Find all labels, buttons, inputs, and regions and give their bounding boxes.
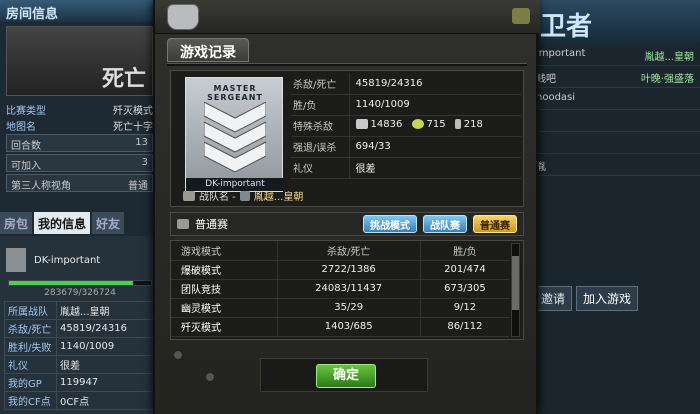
player-list-panel: 卫者 important 胤越...皇朝 贱吧 叶晚·强盛落 hoodasi 胤 邀…	[530, 0, 700, 414]
exp-progress-fill	[9, 281, 133, 285]
column-header: 胜/负	[419, 241, 509, 261]
headshot-icon	[355, 119, 368, 130]
room-info-header: 房间信息	[0, 0, 159, 22]
clan-icon	[183, 190, 195, 201]
room-info-panel: 房间信息 死亡 比赛类型 歼灭模式 地图名 死亡十字 回合数 13 可加入 3 第三人称…	[0, 0, 160, 414]
list-item[interactable]: important 胤越...皇朝	[530, 44, 700, 66]
game-logo: 卫者	[530, 0, 700, 44]
rank-card: MASTER SERGEANT DK-important	[185, 77, 284, 192]
chevron-rank-icon	[204, 102, 266, 172]
table-row: 杀敌/死亡 45819/24316	[4, 319, 156, 338]
knife-kills: 218	[454, 119, 483, 130]
list-item[interactable]: 胤	[530, 154, 700, 176]
table-header-row: 游戏模式 杀敌/死亡 胜/负	[171, 241, 509, 261]
tab-room[interactable]: 房包	[0, 212, 33, 234]
rounds-select[interactable]: 回合数 13	[6, 134, 153, 152]
dialog-title: 游戏记录	[167, 38, 249, 62]
room-name: 死亡	[101, 67, 146, 92]
table-scrollbar[interactable]	[511, 243, 520, 337]
normal-match-button[interactable]: 普通赛	[473, 215, 517, 233]
table-row: 幽灵模式 35/29 9/12	[171, 298, 509, 318]
bolt-decoration	[205, 372, 215, 382]
grenade-icon	[411, 119, 424, 130]
table-row: 歼灭模式 1403/685 86/112	[171, 317, 509, 337]
clan-row: 战队名 - 胤越...皇朝	[183, 188, 303, 203]
table-row: 胜利/失败 1140/1009	[4, 337, 156, 356]
clan-name: 胤越...皇朝	[253, 192, 304, 203]
challenge-mode-button[interactable]: 挑战模式	[363, 215, 417, 233]
list-item[interactable]: hoodasi	[530, 88, 700, 110]
column-header: 杀敌/死亡	[276, 241, 421, 261]
grenade-kills: 715	[411, 119, 446, 130]
my-info-panel: DK-important 283679/326724 所属战队 胤越...皇朝 杀…	[0, 236, 160, 414]
clan-label: 战队名 -	[199, 192, 236, 203]
list-item[interactable]	[530, 110, 700, 132]
join-game-button[interactable]: 加入游戏	[576, 286, 639, 311]
room-row-match-type: 比赛类型 歼灭模式	[6, 106, 153, 117]
table-row: 礼仪 很差	[4, 355, 156, 374]
dialog-footer: 确定	[260, 358, 428, 392]
tab-my-info[interactable]: 我的信息	[34, 212, 91, 234]
exp-text: 283679/326724	[44, 288, 116, 298]
title-divider	[167, 63, 527, 66]
current-mode-label: 普通赛	[195, 218, 228, 231]
clan-match-button[interactable]: 战队赛	[423, 215, 467, 233]
table-row: 杀敌/死亡 45819/24316	[291, 73, 521, 95]
radio-icon	[512, 8, 530, 24]
player-summary-box: MASTER SERGEANT DK-important 杀敌/死亡 45819/…	[170, 70, 524, 207]
player-list: important 胤越...皇朝 贱吧 叶晚·强盛落 hoodasi 胤	[530, 44, 700, 176]
my-player-name: DK-important	[34, 254, 101, 266]
info-tabs: 房包 我的信息 好友	[0, 212, 160, 234]
mode-record-table: 游戏模式 杀敌/死亡 胜/负 爆破模式 2722/1386 201/474 团队竞技…	[170, 240, 524, 340]
table-row: 团队竞技 24083/11437 673/305	[171, 279, 509, 299]
my-rank-row: DK-important	[6, 242, 154, 278]
table-row: 礼仪 很差	[291, 157, 521, 179]
list-item[interactable]: 贱吧 叶晚·强盛落	[530, 66, 700, 88]
headshot-kills: 14836	[355, 119, 402, 130]
knife-icon	[454, 119, 461, 130]
bolt-decoration	[173, 350, 183, 360]
column-header: 游戏模式	[171, 241, 277, 261]
dialog-top-strip	[155, 0, 540, 34]
room-map-preview: 死亡	[6, 26, 153, 96]
table-row: 爆破模式 2722/1386 201/474	[171, 260, 509, 280]
lobby-buttons: 邀请 加入游戏	[534, 286, 639, 311]
table-row: 强退/误杀 694/33	[291, 136, 521, 158]
clan-emblem-icon	[239, 190, 250, 201]
game-record-dialog: 游戏记录 MASTER SERGEANT DK-important 杀敌/死亡 4…	[153, 0, 540, 414]
exp-progress-bar	[8, 280, 152, 286]
mode-icon	[177, 219, 189, 229]
tab-friends[interactable]: 好友	[92, 212, 125, 234]
table-row: 胜/负 1140/1009	[291, 94, 521, 116]
table-row: 特殊杀敌 14836 715 218	[291, 115, 521, 137]
joinable-select[interactable]: 可加入 3	[6, 154, 153, 172]
room-row-map: 地图名 死亡十字	[6, 122, 153, 133]
confirm-button[interactable]: 确定	[316, 364, 376, 388]
table-row: 我的GP 119947	[4, 373, 156, 392]
my-info-table: 所属战队 胤越...皇朝 杀敌/死亡 45819/24316 胜利/失败 1140/1…	[4, 301, 156, 410]
player-stats-table: 杀敌/死亡 45819/24316 胜/负 1140/1009 特殊杀敌 14836…	[291, 73, 521, 179]
scrollbar-thumb[interactable]	[512, 256, 519, 310]
list-item[interactable]	[530, 132, 700, 154]
third-person-select[interactable]: 第三人称视角 普通	[6, 174, 153, 192]
mode-filter-bar: 普通赛 挑战模式 战队赛 普通赛	[170, 212, 524, 236]
table-row: 我的CF点 0CF点	[4, 391, 156, 410]
invite-button[interactable]: 邀请	[534, 286, 573, 311]
rank-title: MASTER SERGEANT	[207, 84, 263, 102]
rank-badge-icon	[6, 248, 26, 272]
table-row: 所属战队 胤越...皇朝	[4, 301, 156, 320]
dogtag-icon	[167, 4, 199, 30]
